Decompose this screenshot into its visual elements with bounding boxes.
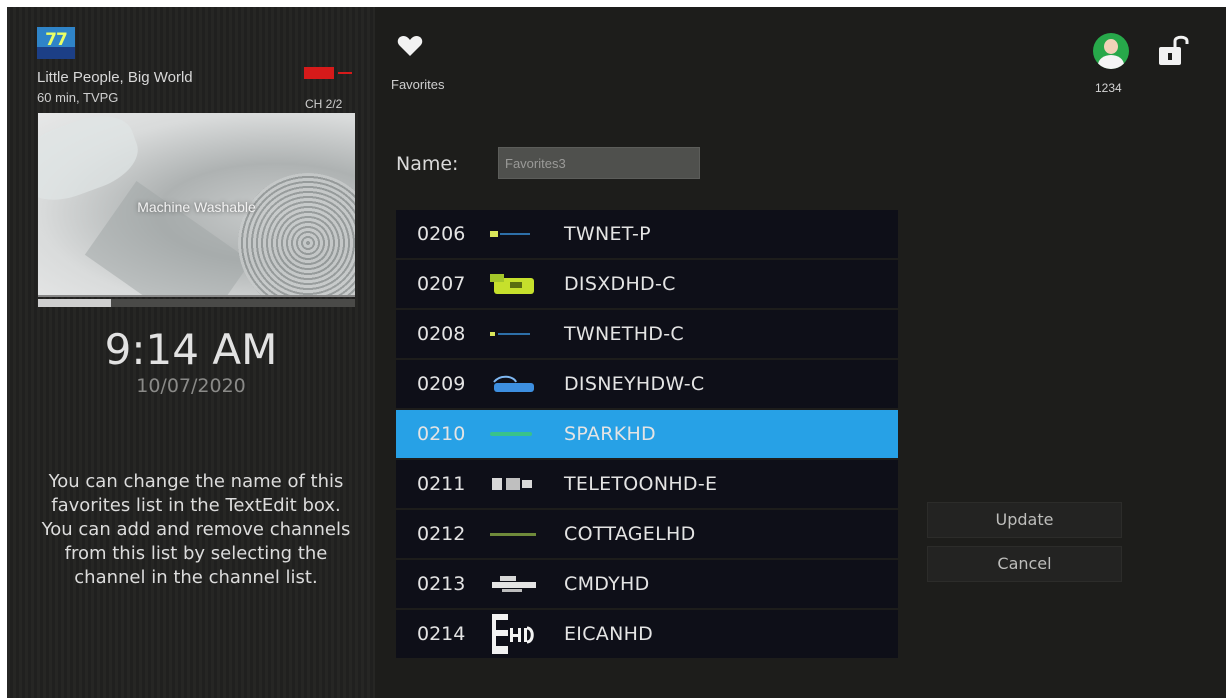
- channel-row[interactable]: 0208 TWNETHD-C: [396, 310, 898, 358]
- disney-logo-icon: [490, 374, 538, 394]
- channel-row[interactable]: 0209 DISNEYHDW-C: [396, 360, 898, 408]
- channel-number: 0209: [417, 373, 466, 395]
- help-text: You can change the name of this favorite…: [41, 471, 351, 588]
- channel-name: TWNET-P: [564, 223, 651, 245]
- cancel-button[interactable]: Cancel: [927, 546, 1122, 582]
- teletoon-logo-icon: [490, 474, 538, 494]
- user-avatar-icon[interactable]: [1093, 33, 1129, 69]
- cottage-life-logo-icon: [490, 524, 538, 544]
- twnet-hd-logo-icon: [490, 324, 538, 344]
- update-button[interactable]: Update: [927, 502, 1122, 538]
- channel-row[interactable]: 0212 COTTAGELHD: [396, 510, 898, 558]
- channel-row[interactable]: 0214 EICANHD: [396, 610, 898, 658]
- channel-name: COTTAGELHD: [564, 523, 696, 545]
- clock-date: 10/07/2020: [136, 375, 246, 397]
- channel-number: 0211: [417, 473, 466, 495]
- spark-logo-icon: [490, 424, 538, 444]
- show-title: Little People, Big World: [37, 69, 193, 86]
- channel-number: 0212: [417, 523, 466, 545]
- channel-number: 0208: [417, 323, 466, 345]
- channel-number: 0214: [417, 623, 466, 645]
- now-playing-panel: 77 Little People, Big World 60 min, TVPG…: [7, 7, 375, 698]
- channel-name: SPARKHD: [564, 423, 656, 445]
- comedy-logo-icon: [490, 574, 538, 594]
- channel-logo: 77: [37, 27, 75, 59]
- show-meta: 60 min, TVPG: [37, 90, 119, 105]
- twnet-logo-icon: [490, 224, 538, 244]
- user-id: 1234: [1095, 81, 1122, 95]
- channel-row[interactable]: 0211 TELETOONHD-E: [396, 460, 898, 508]
- channel-number: 0210: [417, 423, 466, 445]
- favorites-label: Favorites: [391, 77, 445, 92]
- channel-name: DISXDHD-C: [564, 273, 676, 295]
- channel-number: 0207: [417, 273, 466, 295]
- channel-name: TWNETHD-C: [564, 323, 684, 345]
- channel-row[interactable]: 0206 TWNET-P: [396, 210, 898, 258]
- video-preview[interactable]: Machine Washable: [38, 113, 355, 297]
- channel-list: 0206 TWNET-P 0207 DISXDHD-C 0208 TWNETHD…: [396, 210, 898, 660]
- channel-name: EICANHD: [564, 623, 654, 645]
- playback-progress-fill: [38, 299, 111, 307]
- channel-row-selected[interactable]: 0210 SPARKHD: [396, 410, 898, 458]
- unlock-icon[interactable]: [1157, 33, 1191, 73]
- tv-screen: 77 Little People, Big World 60 min, TVPG…: [7, 7, 1226, 698]
- e-hd-logo-icon: [490, 614, 538, 654]
- playback-progress: [38, 299, 355, 307]
- heart-icon: [397, 35, 423, 61]
- clock-time: 9:14 AM: [104, 325, 278, 374]
- channel-number: 0213: [417, 573, 466, 595]
- name-label: Name:: [396, 153, 459, 175]
- channel-number: 0206: [417, 223, 466, 245]
- favorites-name-input[interactable]: [498, 147, 700, 179]
- disney-xd-logo-icon: [490, 274, 538, 294]
- preview-caption: Machine Washable: [137, 199, 256, 215]
- record-badge-icon: [304, 67, 352, 79]
- channel-row[interactable]: 0213 CMDYHD: [396, 560, 898, 608]
- channel-indicator: CH 2/2: [305, 97, 343, 111]
- channel-name: CMDYHD: [564, 573, 650, 595]
- channel-name: DISNEYHDW-C: [564, 373, 705, 395]
- channel-row[interactable]: 0207 DISXDHD-C: [396, 260, 898, 308]
- channel-name: TELETOONHD-E: [564, 473, 718, 495]
